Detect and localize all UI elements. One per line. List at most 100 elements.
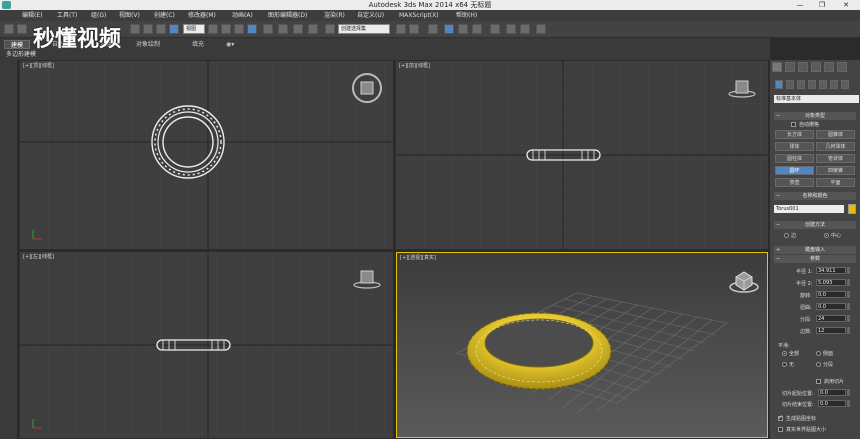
torus-perspective-view[interactable]: [466, 312, 612, 390]
smooth-none-radio[interactable]: [782, 362, 787, 367]
snap-icon[interactable]: [263, 24, 273, 34]
rendered-frame-icon[interactable]: [520, 24, 530, 34]
plane-button[interactable]: 平面: [816, 178, 855, 187]
systems-icon[interactable]: [841, 80, 849, 89]
cylinder-button[interactable]: 圆柱体: [775, 154, 814, 163]
menu-create[interactable]: 创建(C): [154, 10, 175, 21]
schematic-view-icon[interactable]: [472, 24, 482, 34]
spacewarps-icon[interactable]: [830, 80, 838, 89]
edge-radio[interactable]: [784, 233, 789, 238]
smooth-all-radio[interactable]: [782, 351, 787, 356]
view-dropdown[interactable]: 视图: [183, 24, 205, 34]
menu-edit[interactable]: 编辑(E): [22, 10, 42, 21]
radius2-field[interactable]: 5.093: [816, 279, 846, 286]
undo-icon[interactable]: [4, 24, 14, 34]
viewport-perspective[interactable]: [+][透视][真实]: [396, 252, 768, 438]
menu-tools[interactable]: 工具(T): [57, 10, 77, 21]
minimize-button[interactable]: —: [788, 0, 812, 10]
pyramid-button[interactable]: 四棱锥: [816, 166, 855, 175]
redo-icon[interactable]: [17, 24, 27, 34]
object-name-field[interactable]: Torus001: [774, 205, 844, 213]
torus-button[interactable]: 圆环: [775, 166, 814, 175]
radius1-field[interactable]: 34.911: [816, 267, 846, 274]
pivot-icon[interactable]: [208, 24, 218, 34]
parameters-rollout[interactable]: − 参数: [774, 255, 856, 263]
render-icon[interactable]: [536, 24, 546, 34]
ribbon-tab-populate[interactable]: 填充: [186, 40, 210, 49]
segments-field[interactable]: 24: [816, 315, 846, 322]
object-color-swatch[interactable]: [848, 204, 856, 214]
layer-manager-icon[interactable]: [428, 24, 438, 34]
category-dropdown[interactable]: 标准基本体: [774, 95, 859, 103]
radius2-spinner[interactable]: [847, 279, 850, 286]
lights-icon[interactable]: [797, 80, 805, 89]
angle-snap-icon[interactable]: [278, 24, 288, 34]
geosphere-button[interactable]: 几何球体: [816, 142, 855, 151]
create-tab-icon[interactable]: [772, 62, 782, 72]
viewport-perspective-label[interactable]: [+][透视][真实]: [400, 254, 436, 261]
geometry-icon[interactable]: [775, 80, 783, 89]
center-radio[interactable]: [824, 233, 829, 238]
close-button[interactable]: ✕: [834, 0, 858, 10]
shapes-icon[interactable]: [786, 80, 794, 89]
menu-modifiers[interactable]: 修改器(M): [188, 10, 216, 21]
viewport-top-label[interactable]: [+][顶][线框]: [23, 62, 54, 69]
slice-to-spinner[interactable]: [847, 400, 850, 407]
gen-mapping-checkbox[interactable]: [778, 414, 783, 421]
spinner-snap-icon[interactable]: [308, 24, 318, 34]
sides-spinner[interactable]: [847, 327, 850, 334]
mirror-icon[interactable]: [396, 24, 406, 34]
curve-editor-icon[interactable]: [458, 24, 468, 34]
graphite-icon[interactable]: [444, 24, 454, 34]
smooth-sides-radio[interactable]: [816, 351, 821, 356]
helpers-icon[interactable]: [819, 80, 827, 89]
autogrid-checkbox[interactable]: [791, 122, 796, 127]
keyboard-entry-rollout[interactable]: + 键盘输入: [774, 246, 856, 254]
twist-field[interactable]: 0.0: [816, 303, 846, 310]
object-type-rollout[interactable]: − 对象类型: [774, 112, 856, 120]
window-crossing-icon[interactable]: [169, 24, 179, 34]
box-button[interactable]: 长方体: [775, 130, 814, 139]
display-tab-icon[interactable]: [824, 62, 834, 72]
segments-spinner[interactable]: [847, 315, 850, 322]
maximize-button[interactable]: ❐: [810, 0, 834, 10]
menu-views[interactable]: 视图(V): [119, 10, 140, 21]
slice-from-spinner[interactable]: [847, 389, 850, 396]
rotation-field[interactable]: 0.0: [816, 291, 846, 298]
viewport-front[interactable]: [+][前][线框]: [396, 61, 768, 249]
menu-rendering[interactable]: 渲染(R): [324, 10, 345, 21]
sides-field[interactable]: 12: [816, 327, 846, 334]
slice-to-field[interactable]: 0.0: [818, 400, 846, 407]
menu-graph-editors[interactable]: 图形编辑器(D): [268, 10, 307, 21]
viewport-left-label[interactable]: [+][左][线框]: [23, 253, 54, 260]
selection-set-dropdown[interactable]: 创建选择集: [338, 24, 390, 34]
viewport-top[interactable]: [+][顶][线框]: [20, 61, 393, 249]
select-manipulate-icon[interactable]: [234, 24, 244, 34]
radius1-spinner[interactable]: [847, 267, 850, 274]
smooth-segments-radio[interactable]: [816, 362, 821, 367]
twist-spinner[interactable]: [847, 303, 850, 310]
rotation-spinner[interactable]: [847, 291, 850, 298]
ribbon-tab-modeling[interactable]: 建模: [4, 40, 31, 49]
cone-button[interactable]: 圆锥体: [816, 130, 855, 139]
name-color-rollout[interactable]: − 名称和颜色: [774, 192, 856, 200]
menu-customize[interactable]: 自定义(U): [357, 10, 384, 21]
real-world-checkbox[interactable]: [778, 427, 783, 432]
utilities-tab-icon[interactable]: [837, 62, 847, 72]
menu-group[interactable]: 组(G): [91, 10, 106, 21]
edit-named-sets-icon[interactable]: [325, 24, 335, 34]
slice-from-field[interactable]: 0.0: [818, 389, 846, 396]
creation-method-rollout[interactable]: − 创建方法: [774, 221, 856, 229]
tube-button[interactable]: 管状体: [816, 154, 855, 163]
motion-tab-icon[interactable]: [811, 62, 821, 72]
cameras-icon[interactable]: [808, 80, 816, 89]
modify-tab-icon[interactable]: [785, 62, 795, 72]
viewport-front-label[interactable]: [+][前][线框]: [399, 62, 430, 69]
ribbon-options-icon[interactable]: ◉▾: [222, 40, 238, 49]
sphere-button[interactable]: 球体: [775, 142, 814, 151]
material-editor-icon[interactable]: [490, 24, 500, 34]
teapot-button[interactable]: 茶壶: [775, 178, 814, 187]
align-icon[interactable]: [409, 24, 419, 34]
hierarchy-tab-icon[interactable]: [798, 62, 808, 72]
viewport-left[interactable]: [+][左][线框]: [20, 252, 393, 438]
